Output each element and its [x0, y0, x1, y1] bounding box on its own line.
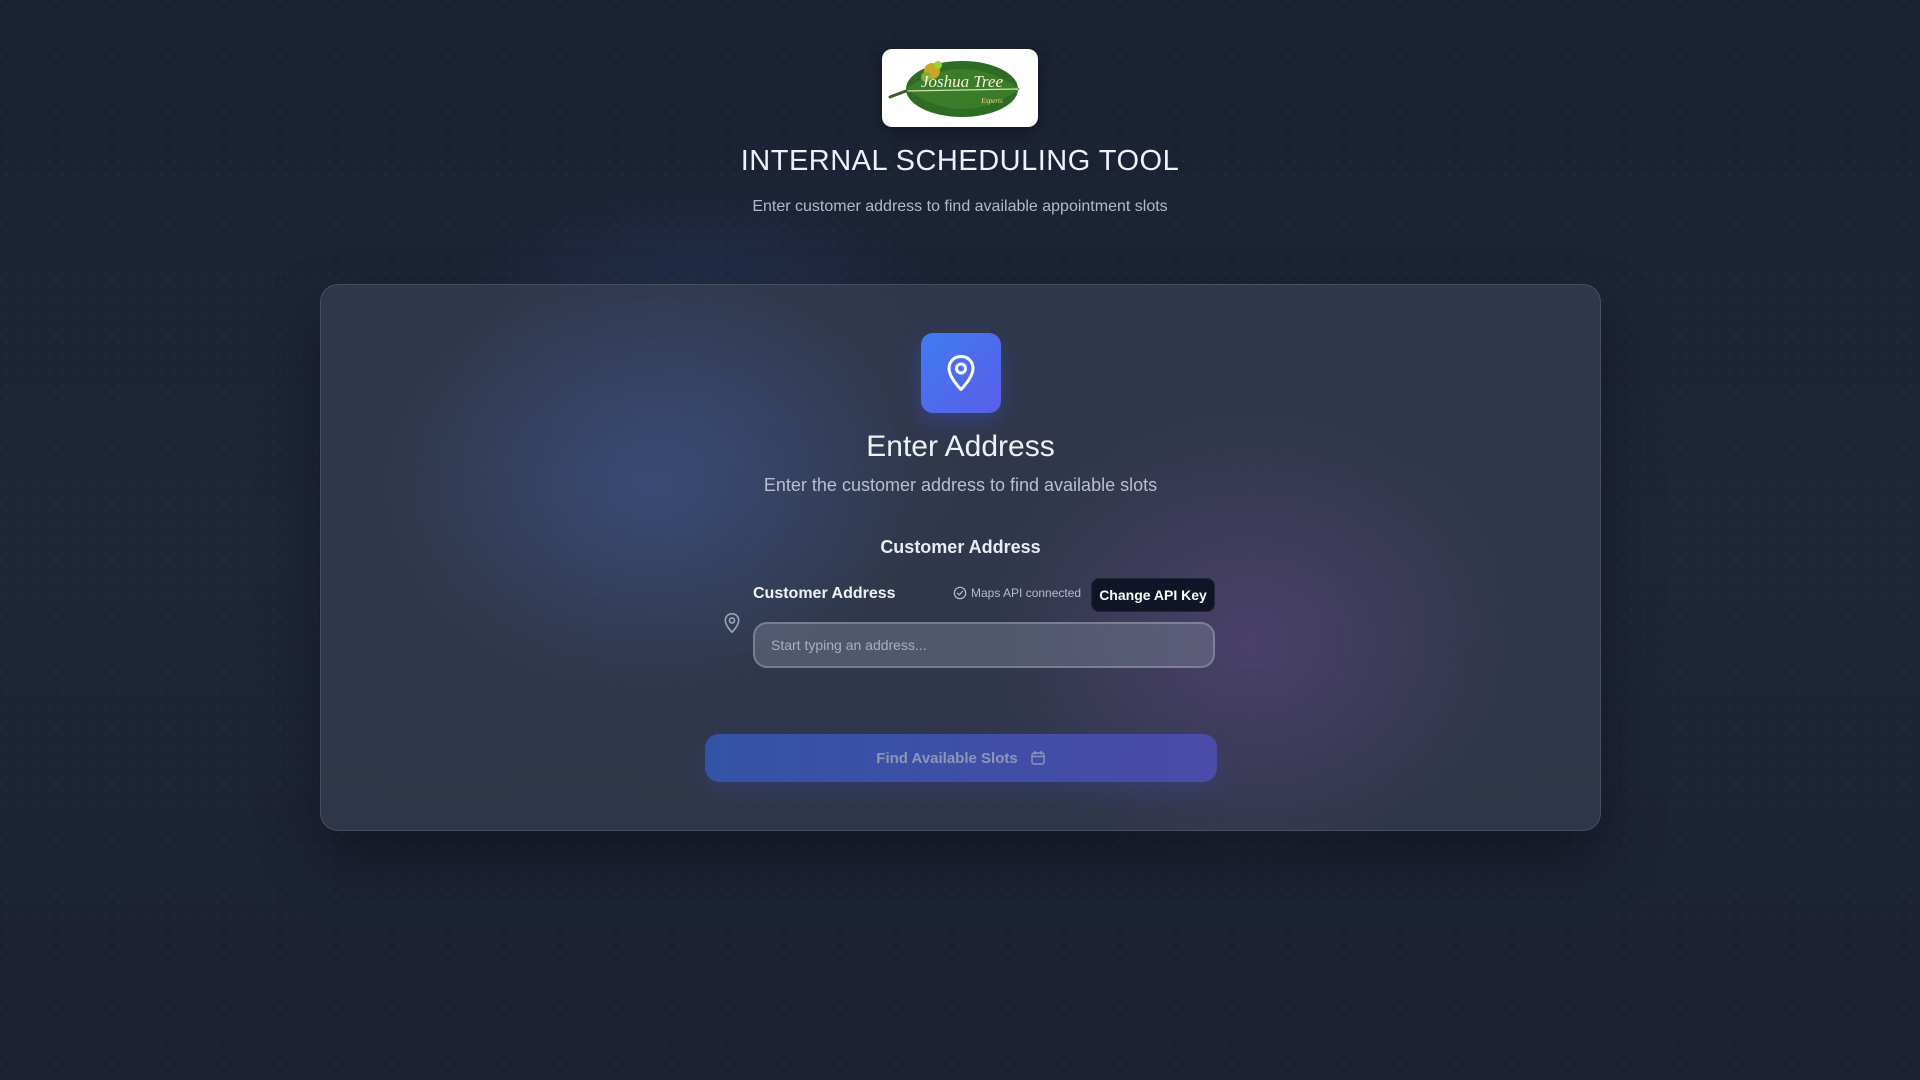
svg-text:Joshua Tree: Joshua Tree	[921, 72, 1003, 91]
address-input[interactable]	[753, 622, 1215, 668]
map-pin-icon	[947, 355, 975, 391]
map-pin-icon	[724, 612, 740, 633]
page-subtitle: Enter customer address to find available…	[752, 198, 1168, 215]
address-field-pin-icon	[722, 612, 742, 639]
section-label: Customer Address	[880, 537, 1041, 557]
company-logo: Joshua Tree Experts	[882, 49, 1038, 127]
address-card: Enter Address Enter the customer address…	[320, 284, 1601, 831]
address-field-label: Customer Address	[753, 585, 896, 602]
card-subtitle: Enter the customer address to find avail…	[763, 475, 1158, 495]
api-status-text: Maps API connected	[971, 586, 1082, 600]
change-api-key-button[interactable]: Change API Key	[1091, 578, 1215, 612]
find-available-slots-button[interactable]: Find Available Slots	[705, 734, 1217, 782]
leaf-logo-icon: Joshua Tree Experts	[888, 61, 1020, 117]
page-header: Joshua Tree Experts INTERNAL SCHEDULING …	[0, 49, 1920, 216]
api-status: Maps API connected	[953, 586, 1081, 600]
page-title: INTERNAL SCHEDULING TOOL	[740, 145, 1180, 177]
check-circle-icon	[953, 586, 967, 600]
calendar-icon	[1031, 750, 1045, 765]
find-button-label: Find Available Slots	[876, 749, 1018, 767]
svg-text:Experts: Experts	[980, 97, 1003, 105]
address-pin-tile	[921, 333, 1001, 413]
card-title: Enter Address	[866, 430, 1055, 463]
